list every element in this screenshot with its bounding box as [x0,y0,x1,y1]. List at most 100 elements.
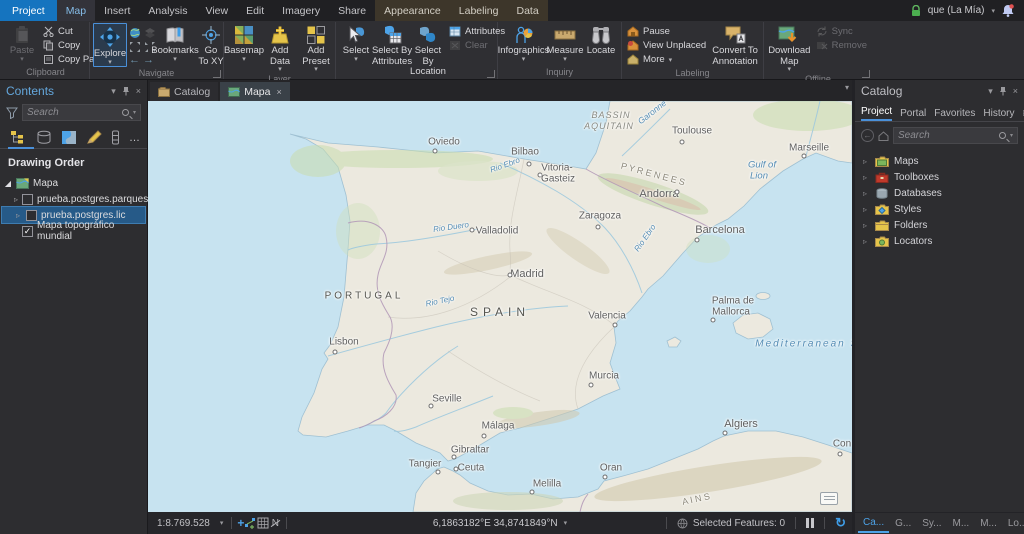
close-tab-icon[interactable]: × [276,87,281,97]
tab-imagery[interactable]: Imagery [273,0,329,21]
infographics-button[interactable]: Infographics ▾ [501,23,546,63]
list-by-selection-icon[interactable] [61,130,77,145]
dock-tab-1[interactable]: G... [890,515,916,532]
selection-tool-icon[interactable]: + [237,516,244,530]
basemap-button[interactable]: Basemap ▾ [227,23,261,63]
catalog-search-input[interactable]: Search ▾ [893,127,1018,144]
list-by-data-source-icon[interactable] [36,130,52,145]
dock-tab-catalog[interactable]: Ca... [858,514,889,533]
user-menu-caret-icon[interactable]: ▾ [991,7,995,15]
more-labeling-button[interactable]: More ▾ [625,53,708,66]
dock-tab-2[interactable]: Sy... [917,515,946,532]
refresh-icon[interactable]: ↻ [835,515,846,531]
catalog-item-locators[interactable]: ▹ Locators [855,233,1024,249]
catalog-item-maps[interactable]: ▹ Maps [855,153,1024,169]
layer-row-parques[interactable]: ▹ prueba.postgres.parques [0,191,147,207]
north-disabled-icon[interactable]: N [269,518,281,529]
filter-funnel-icon[interactable] [6,107,18,119]
expander-icon[interactable]: ▹ [14,211,22,220]
navigate-dialog-launcher[interactable] [213,70,221,78]
view-tab-catalog[interactable]: Catalog [150,82,218,101]
locate-button[interactable]: Locate [584,23,618,57]
pane-close-icon[interactable]: × [136,86,141,96]
expander-icon[interactable]: ◢ [4,179,12,188]
expander-icon[interactable]: ▹ [863,205,870,214]
paste-button[interactable]: Paste ▾ [5,23,39,63]
map-attribution-icon[interactable] [820,492,838,505]
signed-in-user[interactable]: que (La Mía) [928,5,985,16]
expander-icon[interactable]: ▹ [863,189,870,198]
catalog-item-databases[interactable]: ▹ Databases [855,185,1024,201]
view-tab-mapa[interactable]: Mapa × [220,82,290,101]
grid-icon[interactable] [257,517,269,529]
add-data-button[interactable]: Add Data ▾ [263,23,297,73]
expander-icon[interactable]: ▹ [863,173,870,182]
list-by-drawing-order-icon[interactable] [10,130,27,145]
pane-close-icon[interactable]: × [1013,86,1018,96]
tab-insert[interactable]: Insert [95,0,139,21]
expander-icon[interactable]: ▹ [14,195,18,204]
tab-labeling[interactable]: Labeling [450,0,508,21]
tab-share[interactable]: Share [329,0,375,21]
catalog-item-styles[interactable]: ▹ Styles [855,201,1024,217]
catalog-tab-favorites[interactable]: Favorites [934,108,975,119]
measure-button[interactable]: Measure ▾ [548,23,582,63]
contents-search-input[interactable]: Search ▾ [22,104,141,121]
select-by-attributes-button[interactable]: Select By Attributes [375,23,409,67]
select-by-location-button[interactable]: Select By Location [411,23,445,78]
layer-row-mapa[interactable]: ◢ Mapa [0,175,147,191]
tab-view[interactable]: View [197,0,238,21]
explore-button[interactable]: Explore ▾ [93,23,127,67]
catalog-item-toolboxes[interactable]: ▹ Toolboxes [855,169,1024,185]
full-extent-icon[interactable] [129,27,141,39]
offline-dialog-launcher[interactable] [862,70,870,78]
layers-extent-icon[interactable] [144,27,156,39]
back-button[interactable]: ← [861,129,874,142]
catalog-item-folders[interactable]: ▹ Folders [855,217,1024,233]
selection-dialog-launcher[interactable] [487,70,495,78]
list-by-snapping-icon[interactable] [111,130,120,145]
layer-checkbox[interactable] [22,194,33,205]
dock-tab-3[interactable]: M... [948,515,975,532]
remove-button[interactable]: Remove [814,39,869,52]
expander-icon[interactable]: ▹ [863,157,870,166]
download-map-button[interactable]: Download Map ▾ [767,23,812,73]
pane-pin-icon[interactable] [122,86,130,96]
layer-row-topografico[interactable]: ✓ Mapa topográfico mundial [0,223,147,239]
pause-labeling-button[interactable]: Pause [625,25,708,38]
pause-drawing-icon[interactable] [806,518,814,528]
go-to-xy-button[interactable]: Go To XY [194,23,228,67]
pane-menu-caret-icon[interactable]: ▾ [111,86,116,97]
sync-button[interactable]: Sync [814,25,869,38]
tab-appearance[interactable]: Appearance [375,0,450,21]
dock-tab-4[interactable]: M... [975,515,1002,532]
expander-icon[interactable]: ▹ [863,237,870,246]
catalog-tab-project[interactable]: Project [861,106,892,121]
previous-extent-icon[interactable]: ← [129,55,140,66]
catalog-tab-portal[interactable]: Portal [900,108,926,119]
layer-checkbox[interactable]: ✓ [22,226,33,237]
tab-data[interactable]: Data [507,0,547,21]
tab-analysis[interactable]: Analysis [139,0,196,21]
view-unplaced-button[interactable]: View Unplaced [625,39,708,52]
scale-select[interactable]: 1:8.769.528 ▾ [154,517,226,530]
tab-map[interactable]: Map [57,0,95,21]
pane-menu-caret-icon[interactable]: ▾ [988,86,993,97]
pane-pin-icon[interactable] [999,86,1007,96]
tab-overflow-caret-icon[interactable]: ▾ [845,83,849,92]
more-views-icon[interactable]: … [129,132,141,144]
convert-to-annotation-button[interactable]: Convert To Annotation [710,23,760,67]
add-preset-button[interactable]: Add Preset ▾ [299,23,333,73]
coordinates-display[interactable]: 6,1863182°E 34,8741849°N ▾ [433,518,567,529]
dock-tab-5[interactable]: Lo... [1003,515,1024,532]
bookmarks-button[interactable]: Bookmarks ▾ [158,23,192,63]
home-icon[interactable] [878,131,889,141]
edit-vertices-icon[interactable] [244,517,257,529]
tab-edit[interactable]: Edit [237,0,273,21]
select-button[interactable]: Select ▾ [339,23,373,63]
notifications-bell-icon[interactable] [1002,4,1014,17]
list-by-editing-icon[interactable] [86,130,102,145]
expander-icon[interactable]: ▹ [863,221,870,230]
catalog-tab-history[interactable]: History [983,108,1014,119]
fixed-zoom-in-icon[interactable] [129,41,141,53]
